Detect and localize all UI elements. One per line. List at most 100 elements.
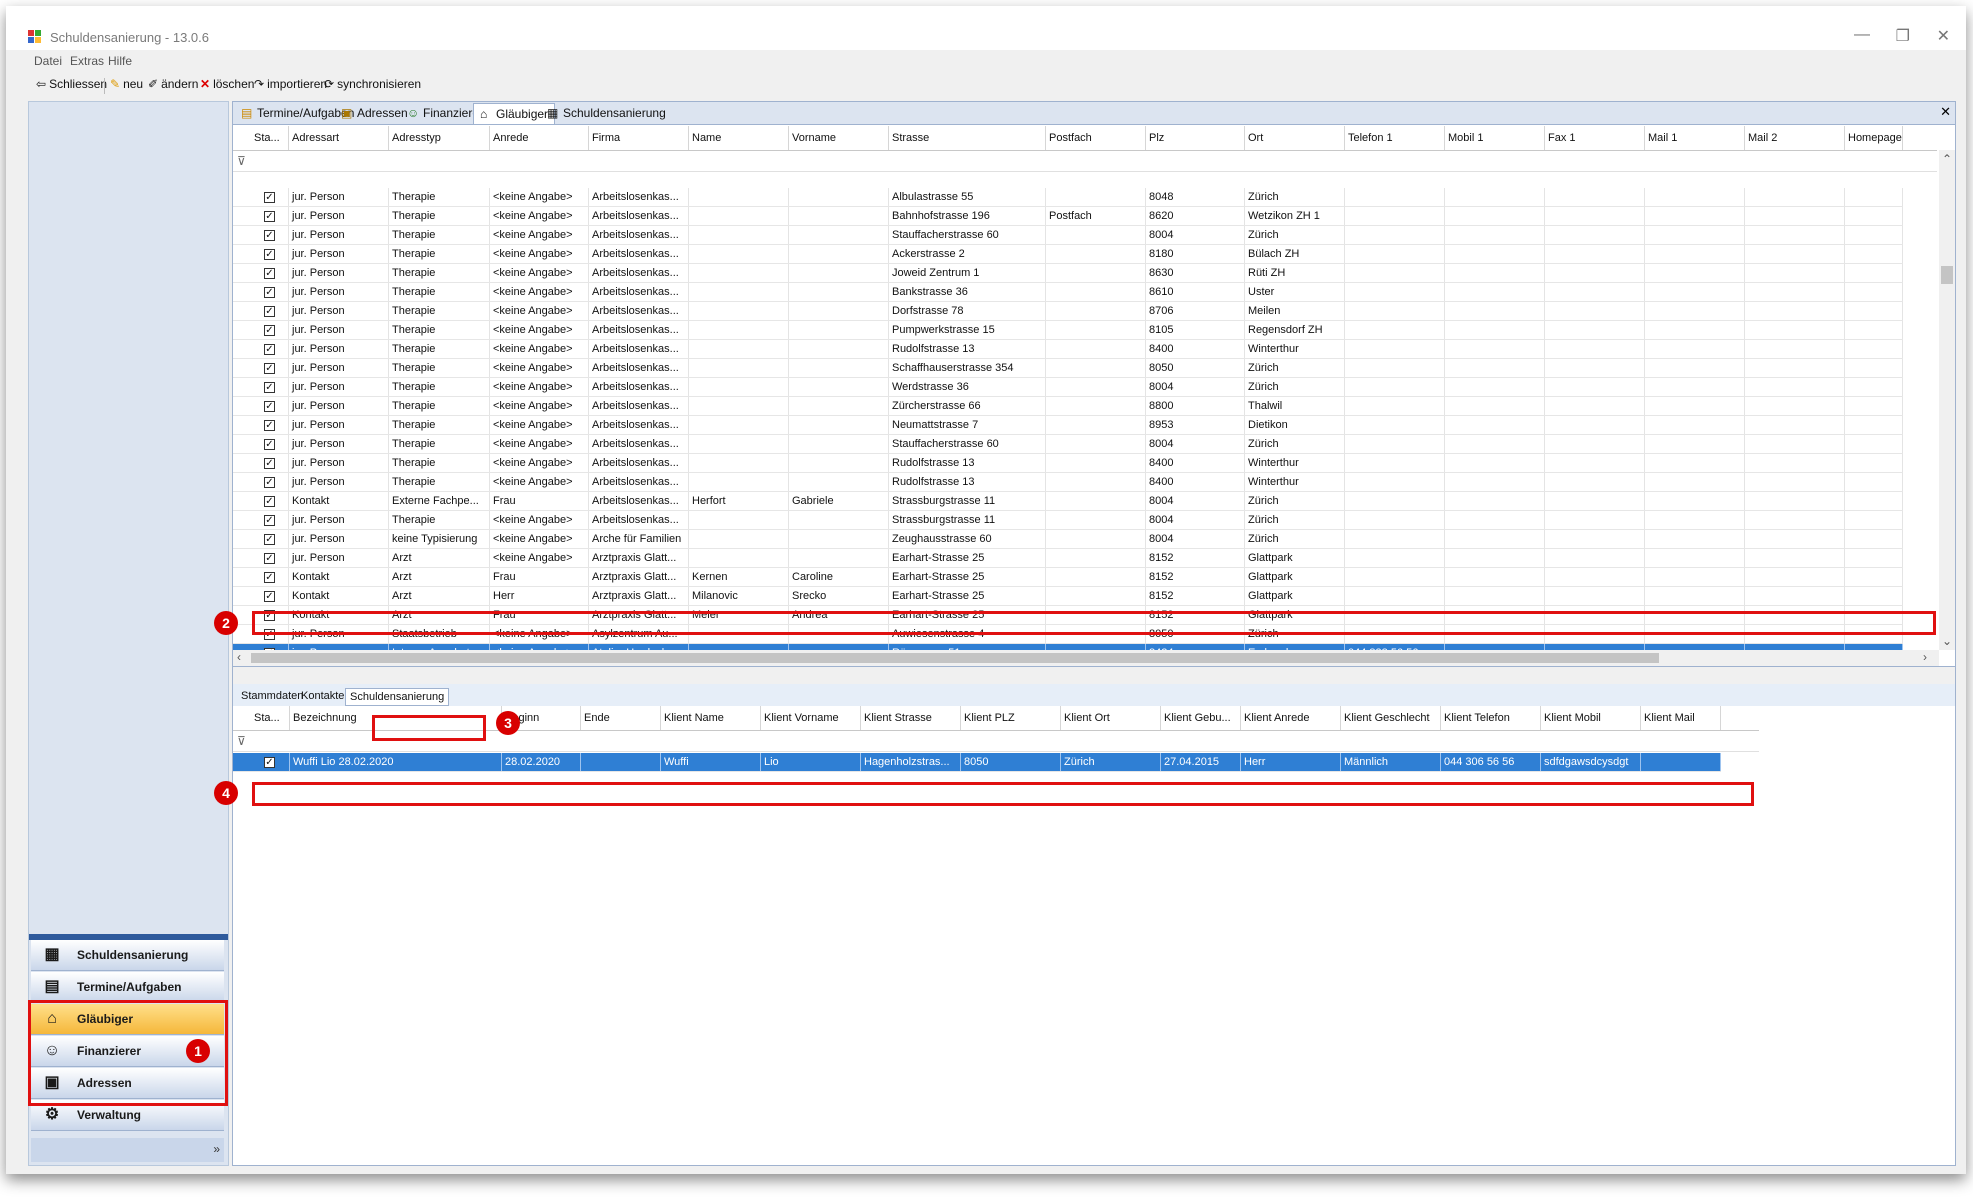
main_grid-col-12[interactable]: Mobil 1 xyxy=(1445,126,1545,150)
scroll-left-icon[interactable]: ‹ xyxy=(237,650,241,664)
status-checkbox[interactable]: ✓ xyxy=(264,401,275,412)
status-cell[interactable]: ✓ xyxy=(251,416,289,434)
status-cell[interactable]: ✓ xyxy=(251,302,289,320)
delete-button[interactable]: ✕ löschen xyxy=(200,77,254,91)
menu-extras[interactable]: Extras xyxy=(70,54,104,68)
table-row[interactable]: ✓ jur. Person Therapie <keine Angabe> Arbeit… xyxy=(233,473,1903,492)
detail_grid-col-13[interactable]: Klient Mobil xyxy=(1541,706,1641,730)
close-icon[interactable]: ✕ xyxy=(1937,26,1950,46)
status-cell[interactable]: ✓ xyxy=(251,283,289,301)
table-row[interactable]: ✓ jur. Person Arzt <keine Angabe> Arztpraxis… xyxy=(233,549,1903,568)
scroll-right-icon[interactable]: › xyxy=(1923,650,1927,664)
edit-button[interactable]: ✐ ändern xyxy=(148,77,198,91)
nav-item-2[interactable]: ⌂ Gläubiger xyxy=(31,1004,224,1035)
status-cell[interactable]: ✓ xyxy=(251,625,289,643)
status-checkbox[interactable]: ✓ xyxy=(264,553,275,564)
vertical-scrollbar[interactable]: ⌃ ⌄ xyxy=(1939,150,1955,650)
main_grid-col-3[interactable]: Anrede xyxy=(490,126,589,150)
status-checkbox[interactable]: ✓ xyxy=(264,610,275,621)
detail_grid-col-10[interactable]: Klient Anrede xyxy=(1241,706,1341,730)
tab-schuldensanierung[interactable]: ▦ Schuldensanierung xyxy=(541,103,672,123)
table-row[interactable]: ✓ Kontakt Arzt Frau Arztpraxis Glatt... Meier… xyxy=(233,606,1903,625)
status-cell[interactable]: ✓ xyxy=(251,321,289,339)
status-checkbox[interactable]: ✓ xyxy=(264,572,275,583)
table-row[interactable]: ✓ jur. Person Therapie <keine Angabe> Arbeit… xyxy=(233,207,1903,226)
status-checkbox[interactable]: ✓ xyxy=(264,230,275,241)
status-checkbox[interactable]: ✓ xyxy=(264,306,275,317)
detail_grid-col-5[interactable]: Klient Vorname xyxy=(761,706,861,730)
table-row[interactable]: ✓ jur. Person Therapie <keine Angabe> Arbeit… xyxy=(233,188,1903,207)
status-cell[interactable]: ✓ xyxy=(251,492,289,510)
table-row[interactable]: ✓ jur. Person Therapie <keine Angabe> Arbeit… xyxy=(233,454,1903,473)
close-tab-icon[interactable]: ✕ xyxy=(1940,104,1951,120)
horizontal-scroll-thumb[interactable] xyxy=(251,653,1659,663)
main_grid-col-5[interactable]: Name xyxy=(689,126,789,150)
table-row[interactable]: ✓ jur. Person Therapie <keine Angabe> Arbeit… xyxy=(233,416,1903,435)
tab-detail-schuldensanierung[interactable]: Schuldensanierung xyxy=(345,688,450,706)
status-cell[interactable]: ✓ xyxy=(251,435,289,453)
scroll-down-icon[interactable]: ⌄ xyxy=(1942,634,1952,648)
filter-icon[interactable]: ⊽ xyxy=(237,734,246,748)
detail_grid-col-9[interactable]: Klient Gebu... xyxy=(1161,706,1241,730)
detail_grid-col-14[interactable]: Klient Mail xyxy=(1641,706,1721,730)
table-row[interactable]: ✓ jur. Person Therapie <keine Angabe> Arbeit… xyxy=(233,321,1903,340)
table-row[interactable]: ✓ jur. Person Therapie <keine Angabe> Arbeit… xyxy=(233,378,1903,397)
import-button[interactable]: ↷ importieren xyxy=(254,77,327,91)
table-row[interactable]: ✓ jur. Person Therapie <keine Angabe> Arbeit… xyxy=(233,435,1903,454)
nav-item-5[interactable]: ⚙ Verwaltung xyxy=(31,1100,224,1131)
status-checkbox[interactable]: ✓ xyxy=(264,325,275,336)
status-checkbox[interactable]: ✓ xyxy=(264,192,275,203)
table-row[interactable]: ✓ jur. Person Therapie <keine Angabe> Arbeit… xyxy=(233,283,1903,302)
detail_grid-col-6[interactable]: Klient Strasse xyxy=(861,706,961,730)
chevron-double-right-icon[interactable]: » xyxy=(213,1142,220,1156)
nav-item-1[interactable]: ▤ Termine/Aufgaben xyxy=(31,972,224,1003)
status-checkbox[interactable]: ✓ xyxy=(264,268,275,279)
status-cell[interactable]: ✓ xyxy=(251,473,289,491)
table-row[interactable]: ✓ jur. Person Therapie <keine Angabe> Arbeit… xyxy=(233,397,1903,416)
detail_grid-col-7[interactable]: Klient PLZ xyxy=(961,706,1061,730)
table-row[interactable]: ✓ jur. Person Therapie <keine Angabe> Arbeit… xyxy=(233,302,1903,321)
main_grid-col-1[interactable]: Adressart xyxy=(289,126,389,150)
detail_grid-col-8[interactable]: Klient Ort xyxy=(1061,706,1161,730)
main_grid-col-4[interactable]: Firma xyxy=(589,126,689,150)
nav-item-0[interactable]: ▦ Schuldensanierung xyxy=(31,940,224,971)
table-row[interactable]: ✓ jur. Person Therapie <keine Angabe> Arbeit… xyxy=(233,245,1903,264)
table-row[interactable]: ✓ Kontakt Externe Fachpe... Frau Arbeitslose… xyxy=(233,492,1903,511)
main_grid-col-7[interactable]: Strasse xyxy=(889,126,1046,150)
sync-button[interactable]: ⟳ synchronisieren xyxy=(324,77,421,91)
status-cell[interactable]: ✓ xyxy=(251,188,289,206)
table-row[interactable]: ✓ jur. Person Therapie <keine Angabe> Arbeit… xyxy=(233,264,1903,283)
detail_grid-col-12[interactable]: Klient Telefon xyxy=(1441,706,1541,730)
panel-splitter[interactable] xyxy=(233,666,1955,686)
detail-filter-row[interactable]: ⊽ xyxy=(233,731,1759,752)
status-checkbox[interactable]: ✓ xyxy=(264,591,275,602)
main_grid-col-8[interactable]: Postfach xyxy=(1046,126,1146,150)
main_grid-col-14[interactable]: Mail 1 xyxy=(1645,126,1745,150)
main_grid-col-10[interactable]: Ort xyxy=(1245,126,1345,150)
table-row[interactable]: ✓ jur. Person Therapie <keine Angabe> Arbeit… xyxy=(233,340,1903,359)
minimize-icon[interactable]: — xyxy=(1854,26,1870,44)
table-row[interactable]: ✓ jur. Person Therapie <keine Angabe> Arbeit… xyxy=(233,511,1903,530)
status-checkbox[interactable]: ✓ xyxy=(264,420,275,431)
status-checkbox[interactable]: ✓ xyxy=(264,534,275,545)
status-cell[interactable]: ✓ xyxy=(251,753,290,771)
main_grid-col-0[interactable]: Sta... xyxy=(251,126,289,150)
status-cell[interactable]: ✓ xyxy=(251,340,289,358)
status-checkbox[interactable]: ✓ xyxy=(264,249,275,260)
close-button[interactable]: ⇦ Schliessen xyxy=(36,77,107,91)
status-cell[interactable]: ✓ xyxy=(251,587,289,605)
restore-icon[interactable]: ❐ xyxy=(1896,26,1910,46)
main_grid-col-2[interactable]: Adresstyp xyxy=(389,126,490,150)
main_grid-col-13[interactable]: Fax 1 xyxy=(1545,126,1645,150)
status-cell[interactable]: ✓ xyxy=(251,511,289,529)
main_grid-col-15[interactable]: Mail 2 xyxy=(1745,126,1845,150)
main_grid-col-9[interactable]: Plz xyxy=(1146,126,1245,150)
table-row[interactable]: ✓ jur. Personkeine Typisierung<keine Anga… xyxy=(233,530,1903,549)
status-checkbox[interactable]: ✓ xyxy=(264,363,275,374)
status-checkbox[interactable]: ✓ xyxy=(264,287,275,298)
detail_grid-col-11[interactable]: Klient Geschlecht xyxy=(1341,706,1441,730)
status-checkbox[interactable]: ✓ xyxy=(264,496,275,507)
status-cell[interactable]: ✓ xyxy=(251,549,289,567)
status-cell[interactable]: ✓ xyxy=(251,245,289,263)
table-row[interactable]: ✓ jur. Person Staatsbetrieb <keine Angabe> A… xyxy=(233,625,1903,644)
